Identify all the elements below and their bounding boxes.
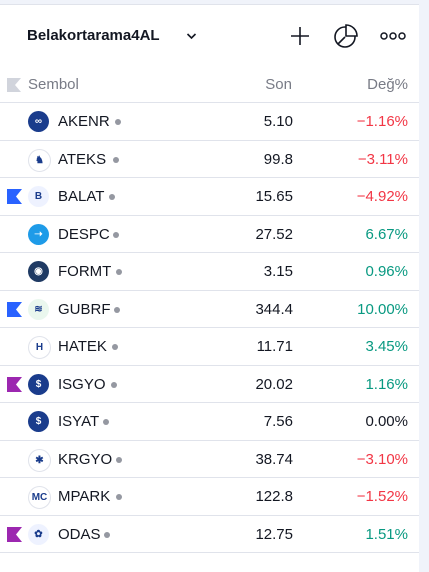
change-percent: −3.10% (356, 450, 408, 468)
symbol-logo-icon: ≋ (28, 298, 49, 320)
watchlist-row[interactable]: ≋ GUBRF 344.4 10.00% (0, 291, 419, 328)
column-last[interactable]: Son (265, 76, 292, 93)
symbol-ticker[interactable]: KRGYO (58, 451, 112, 468)
symbol-list: ∞ AKENR 5.10 −1.16% ♞ ATEKS 99.8 −3.11% B BALAT 15… (0, 103, 419, 553)
change-percent: 0.96% (365, 263, 408, 280)
flag-icon[interactable] (7, 189, 22, 204)
symbol-ticker[interactable]: MPARK (58, 488, 110, 505)
change-percent: 1.16% (365, 375, 408, 393)
column-header: Sembol Son Değ% (0, 66, 419, 103)
symbol-ticker[interactable]: BALAT (58, 188, 104, 205)
symbol-logo-icon: H (28, 336, 51, 359)
flag-icon[interactable] (7, 78, 21, 92)
plus-icon[interactable] (287, 23, 313, 49)
last-price: 344.4 (255, 300, 293, 318)
symbol-ticker[interactable]: HATEK (58, 338, 107, 355)
change-percent: 0.00% (365, 413, 408, 430)
symbol-logo-icon: ✱ (28, 448, 51, 472)
watchlist-row[interactable]: $ ISGYO 20.02 1.16% (0, 366, 419, 403)
market-status-dot (104, 531, 110, 538)
market-status-dot (112, 344, 118, 350)
symbol-ticker[interactable]: ISYAT (58, 413, 99, 430)
symbol-logo-icon: $ (28, 373, 49, 395)
last-price: 3.15 (263, 263, 293, 280)
change-percent: −1.16% (356, 113, 408, 130)
last-price: 12.75 (255, 525, 293, 543)
symbol-logo-icon: ➝ (28, 223, 49, 245)
watchlist-panel: Belakortarama4AL Sembol Son Değ% ∞ AKENR… (0, 5, 419, 572)
market-status-dot (113, 231, 119, 238)
market-status-dot (115, 119, 121, 125)
last-price: 5.10 (263, 113, 293, 130)
market-status-dot (114, 306, 120, 313)
flag-icon[interactable] (7, 526, 22, 542)
watchlist-row[interactable]: B BALAT 15.65 −4.92% (0, 178, 419, 216)
watchlist-row[interactable]: ◉ FORMT 3.15 0.96% (0, 253, 419, 291)
market-status-dot (109, 194, 115, 200)
watchlist-row[interactable]: ➝ DESPC 27.52 6.67% (0, 216, 419, 253)
watchlist-row[interactable]: $ ISYAT 7.56 0.00% (0, 403, 419, 441)
symbol-ticker[interactable]: ODAS (58, 526, 101, 543)
column-change[interactable]: Değ% (367, 76, 408, 93)
symbol-ticker[interactable]: DESPC (58, 226, 110, 243)
watchlist-row[interactable]: MC MPARK 122.8 −1.52% (0, 478, 419, 516)
market-status-dot (116, 456, 122, 463)
watchlist-row[interactable]: ∞ AKENR 5.10 −1.16% (0, 103, 419, 141)
symbol-logo-icon: ✿ (28, 523, 49, 545)
change-percent: 1.51% (365, 525, 408, 543)
symbol-ticker[interactable]: GUBRF (58, 301, 111, 318)
watchlist-row[interactable]: ✿ ODAS 12.75 1.51% (0, 516, 419, 553)
symbol-logo-icon: ◉ (28, 261, 49, 282)
chevron-down-icon[interactable] (186, 32, 197, 40)
last-price: 122.8 (255, 488, 293, 505)
market-status-dot (111, 381, 117, 388)
flag-icon[interactable] (7, 376, 22, 392)
market-status-dot (116, 494, 122, 500)
last-price: 15.65 (255, 188, 293, 205)
symbol-ticker[interactable]: AKENR (58, 113, 110, 130)
symbol-logo-icon: MC (28, 486, 51, 509)
watchlist-row[interactable]: H HATEK 11.71 3.45% (0, 328, 419, 366)
watchlist-row[interactable]: ✱ KRGYO 38.74 −3.10% (0, 441, 419, 478)
change-percent: 6.67% (365, 225, 408, 243)
change-percent: −1.52% (356, 488, 408, 505)
pie-chart-icon[interactable] (333, 23, 359, 49)
change-percent: 10.00% (357, 300, 408, 318)
symbol-logo-icon: ♞ (28, 148, 51, 172)
symbol-ticker[interactable]: FORMT (58, 263, 111, 280)
market-status-dot (113, 156, 119, 163)
window-frame-right (419, 0, 429, 572)
watchlist-title[interactable]: Belakortarama4AL (27, 27, 160, 44)
watchlist-header: Belakortarama4AL (0, 5, 419, 65)
change-percent: −4.92% (356, 188, 408, 205)
market-status-dot (116, 269, 122, 275)
last-price: 38.74 (255, 450, 293, 468)
more-icon[interactable] (380, 23, 406, 49)
last-price: 11.71 (256, 338, 293, 355)
last-price: 20.02 (255, 375, 293, 393)
market-status-dot (103, 419, 109, 425)
last-price: 27.52 (255, 225, 293, 243)
last-price: 7.56 (263, 413, 293, 430)
symbol-logo-icon: $ (28, 411, 49, 432)
last-price: 99.8 (263, 150, 293, 168)
flag-icon[interactable] (7, 301, 22, 317)
change-percent: 3.45% (365, 338, 408, 355)
symbol-logo-icon: B (28, 186, 49, 207)
symbol-ticker[interactable]: ISGYO (58, 376, 106, 393)
symbol-logo-icon: ∞ (28, 111, 49, 132)
symbol-ticker[interactable]: ATEKS (58, 151, 106, 168)
watchlist-row[interactable]: ♞ ATEKS 99.8 −3.11% (0, 141, 419, 178)
change-percent: −3.11% (357, 150, 408, 168)
column-symbol[interactable]: Sembol (28, 76, 79, 93)
